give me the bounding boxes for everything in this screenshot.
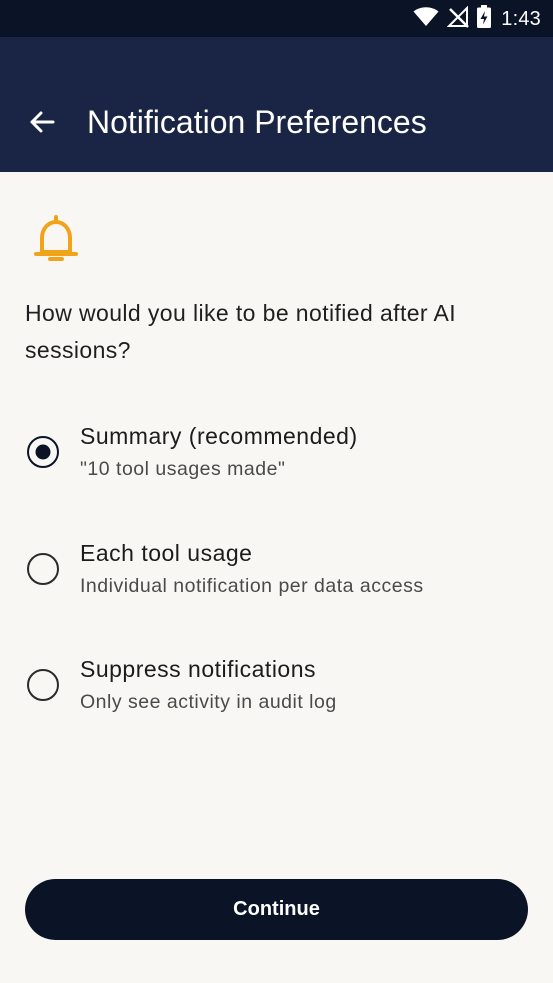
option-suppress-notifications[interactable]: Suppress notifications Only see activity… bbox=[0, 642, 553, 732]
status-bar: 1:43 bbox=[0, 0, 553, 37]
radio-suppress-notifications[interactable] bbox=[27, 669, 59, 701]
option-subtitle: "10 tool usages made" bbox=[80, 458, 286, 480]
wifi-icon bbox=[413, 6, 439, 32]
arrow-back-icon bbox=[28, 108, 56, 141]
battery-charging-icon bbox=[477, 5, 492, 33]
option-subtitle: Individual notification per data access bbox=[80, 575, 424, 597]
radio-each-tool-usage[interactable] bbox=[27, 553, 59, 585]
bell-icon bbox=[30, 212, 82, 268]
option-title: Each tool usage bbox=[80, 540, 253, 566]
continue-button[interactable]: Continue bbox=[25, 879, 528, 940]
back-button[interactable] bbox=[22, 104, 62, 144]
option-title: Suppress notifications bbox=[80, 656, 317, 682]
option-summary[interactable]: Summary (recommended) "10 tool usages ma… bbox=[0, 408, 553, 498]
app-bar: Notification Preferences bbox=[0, 37, 553, 172]
option-title: Summary (recommended) bbox=[80, 423, 358, 449]
no-signal-icon bbox=[446, 5, 470, 33]
question-text: How would you like to be notified after … bbox=[25, 300, 457, 363]
status-time: 1:43 bbox=[501, 7, 541, 30]
page-title: Notification Preferences bbox=[87, 104, 427, 140]
radio-selected-dot bbox=[35, 444, 51, 460]
option-each-tool-usage[interactable]: Each tool usage Individual notification … bbox=[0, 525, 553, 615]
radio-summary[interactable] bbox=[27, 436, 59, 468]
option-subtitle: Only see activity in audit log bbox=[80, 691, 337, 713]
status-icons: 1:43 bbox=[413, 5, 541, 33]
